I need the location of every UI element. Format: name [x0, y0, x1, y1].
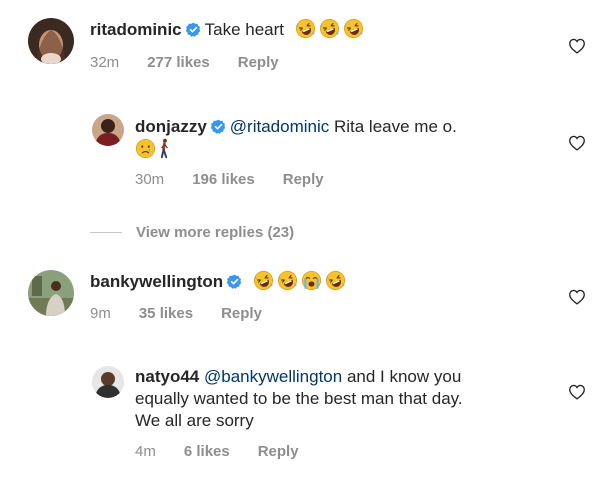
avatar[interactable] [92, 114, 124, 146]
comment-text: ritadominic Take heart [90, 18, 367, 41]
view-more-label: View more replies (23) [136, 223, 295, 241]
avatar[interactable] [28, 18, 74, 64]
loudly-crying-icon [301, 270, 322, 291]
comment-meta: 9m 35 likes Reply [90, 304, 290, 324]
heart-icon[interactable] [568, 289, 586, 305]
avatar[interactable] [28, 270, 74, 316]
comment-body-line2: equally wanted to be the best man that d… [135, 389, 463, 408]
rofl-emoji-icon [277, 270, 298, 291]
comment-text: bankywellington [90, 270, 349, 293]
person-walking-icon [159, 138, 170, 159]
reply-donjazzy: donjazzy @ritadominic Rita leave me o. 30… [0, 110, 606, 200]
comment-body: Rita leave me o. [329, 117, 457, 136]
heart-icon[interactable] [568, 135, 586, 151]
reply-button[interactable]: Reply [221, 305, 262, 322]
crying-face-icon [135, 138, 156, 159]
mention-link[interactable]: @bankywellington [204, 367, 342, 386]
verified-badge-icon [227, 274, 242, 289]
divider [90, 231, 122, 233]
verified-badge-icon [186, 22, 201, 37]
comment-text: natyo44 @bankywellington and I know you … [135, 366, 555, 432]
rofl-emoji-icon [295, 18, 316, 39]
rofl-emoji-icon [319, 18, 340, 39]
rofl-emoji-icon [343, 18, 364, 39]
likes-count[interactable]: 277 likes [147, 54, 210, 71]
likes-count[interactable]: 196 likes [192, 171, 255, 188]
comment-body: Take heart [204, 20, 285, 39]
username[interactable]: natyo44 [135, 367, 199, 386]
rofl-emoji-icon [253, 270, 274, 291]
comment-ritadominic: ritadominic Take heart 32m 277 likes Reply [0, 0, 606, 90]
mention-link[interactable]: @ritadominic [230, 117, 329, 136]
comment-meta: 4m 6 likes Reply [135, 442, 327, 462]
username[interactable]: ritadominic [90, 20, 182, 39]
likes-count[interactable]: 35 likes [139, 305, 193, 322]
heart-icon[interactable] [568, 384, 586, 400]
timestamp: 9m [90, 305, 111, 322]
comment-meta: 32m 277 likes Reply [90, 53, 307, 73]
comment-bankywellington: bankywellington 9m 35 likes Reply [0, 262, 606, 342]
view-more-replies[interactable]: View more replies (23) [90, 222, 294, 242]
likes-count[interactable]: 6 likes [184, 443, 230, 460]
username[interactable]: bankywellington [90, 272, 223, 291]
comment-meta: 30m 196 likes Reply [135, 170, 352, 190]
avatar[interactable] [92, 366, 124, 398]
rofl-emoji-icon [325, 270, 346, 291]
comment-emojis [135, 138, 173, 161]
heart-icon[interactable] [568, 38, 586, 54]
timestamp: 4m [135, 443, 156, 460]
timestamp: 32m [90, 54, 120, 71]
timestamp: 30m [135, 171, 165, 188]
reply-natyo44: natyo44 @bankywellington and I know you … [0, 362, 606, 472]
comment-body-line1: and I know you [342, 367, 462, 386]
reply-button[interactable]: Reply [238, 54, 279, 71]
reply-button[interactable]: Reply [283, 171, 324, 188]
verified-badge-icon [211, 119, 226, 134]
username[interactable]: donjazzy [135, 117, 207, 136]
comment-body-line3: We all are sorry [135, 411, 254, 430]
comment-text: donjazzy @ritadominic Rita leave me o. [135, 116, 457, 138]
reply-button[interactable]: Reply [258, 443, 299, 460]
